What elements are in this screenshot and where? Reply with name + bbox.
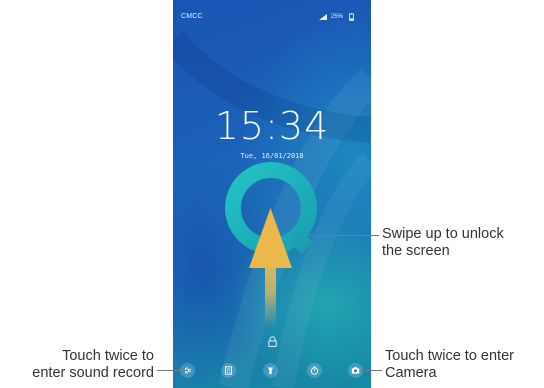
sound-callout-line2: enter sound record [32,365,154,381]
unlock-callout-line2: the screen [382,243,450,259]
shortcut-dock [173,358,371,388]
sound-callout-line1: Touch twice to [62,348,154,364]
camera-button[interactable] [348,363,363,378]
lock-icon[interactable] [268,336,277,347]
carrier-label: CMCC [181,13,203,20]
calculator-button[interactable] [221,363,236,378]
flashlight-button[interactable] [263,363,278,378]
camera-leader-line [364,370,382,371]
timer-icon [310,366,319,375]
unlock-leader-line [286,235,379,236]
unlock-callout-line1: Swipe up to unlock [382,226,504,242]
status-bar: CMCC 25% [173,0,371,21]
camera-callout: Touch twice to enter Camera [385,348,514,382]
sound-callout: Touch twice to enter sound record [32,348,154,382]
wallpaper [173,31,371,388]
camera-callout-line2: Camera [385,365,437,381]
signal-icon [319,14,327,20]
date-label: Tue, 16/01/2018 [240,152,304,160]
battery-icon [349,13,354,21]
camera-icon [351,367,360,374]
camera-callout-line1: Touch twice to enter [385,348,514,364]
lock-screen[interactable]: CMCC 25% 15:34 Tue, 16/01/2018 [173,0,371,388]
clock: 15:34 [214,104,330,148]
sound-leader-line [157,370,188,371]
unlock-callout: Swipe up to unlock the screen [382,226,504,260]
flashlight-icon [266,366,275,374]
calculator-icon [225,366,232,375]
timer-button[interactable] [307,363,322,378]
battery-percent: 25% [331,14,344,20]
